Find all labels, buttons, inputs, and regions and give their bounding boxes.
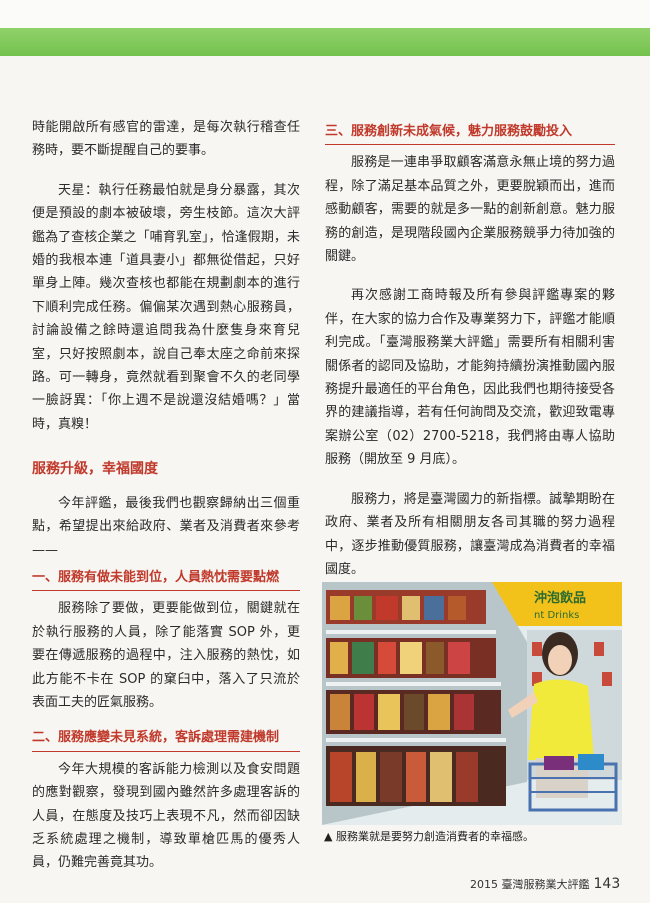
- sign-subtext: nt Drinks: [534, 610, 579, 621]
- sign-text: 沖泡飲品: [534, 590, 586, 606]
- body-paragraph: 服務除了要做，更要能做到位，關鍵就在於執行服務的人員，除了能落實 SOP 外，更…: [32, 601, 300, 710]
- page-footer: 2015 臺灣服務業大評鑑 143: [470, 876, 620, 892]
- publication-name: 2015 臺灣服務業大評鑑: [470, 878, 590, 891]
- left-column: 時能開啟所有感官的雷達，是每次執行稽查任務時，要不斷提醒自己的要事。 天星：執行…: [32, 116, 300, 875]
- subheading-2: 二、服務應變未見系統，客訴處理需建機制: [32, 726, 300, 752]
- header-green-bar: [0, 28, 650, 56]
- subheading-3: 三、服務創新未成氣候，魅力服務鼓勵投入: [325, 120, 615, 146]
- right-column: 三、服務創新未成氣候，魅力服務鼓勵投入 服務是一連串爭取顧客滿意永無止境的努力過…: [325, 116, 615, 581]
- body-paragraph: 服務是一連串爭取顧客滿意永無止境的努力過程，除了滿足基本品質之外，更要脫穎而出，…: [325, 155, 615, 265]
- top-margin: [0, 0, 650, 28]
- subheading-1: 一、服務有做未能到位，人員熱忱需要點燃: [32, 566, 300, 592]
- supermarket-photo: 沖泡飲品 nt Drinks: [322, 582, 622, 825]
- photo-caption: ▲ 服務業就是要努力創造消費者的幸福感。: [324, 830, 534, 843]
- body-paragraph: 今年評鑑，最後我們也觀察歸納出三個重點，希望提出來給政府、業者及消費者來參考——: [32, 495, 300, 558]
- page-number: 143: [593, 876, 621, 892]
- body-paragraph: 天星：執行任務最怕就是身分暴露，其次便是預設的劇本被破壞，旁生枝節。這次大評鑑為…: [32, 182, 300, 432]
- body-paragraph: 再次感謝工商時報及所有參與評鑑專案的夥伴，在大家的協力合作及專業努力下，評鑑才能…: [325, 288, 615, 468]
- body-paragraph: 時能開啟所有感官的雷達，是每次執行稽查任務時，要不斷提醒自己的要事。: [32, 120, 300, 159]
- body-paragraph: 服務力，將是臺灣國力的新指標。誠摯期盼在政府、業者及所有相關朋友各司其職的努力過…: [325, 491, 615, 577]
- section-heading: 服務升級，幸福國度: [32, 461, 158, 478]
- body-paragraph: 今年大規模的客訴能力檢測以及食安問題的應對觀察，發現到國內雖然許多處理客訴的人員…: [32, 761, 300, 871]
